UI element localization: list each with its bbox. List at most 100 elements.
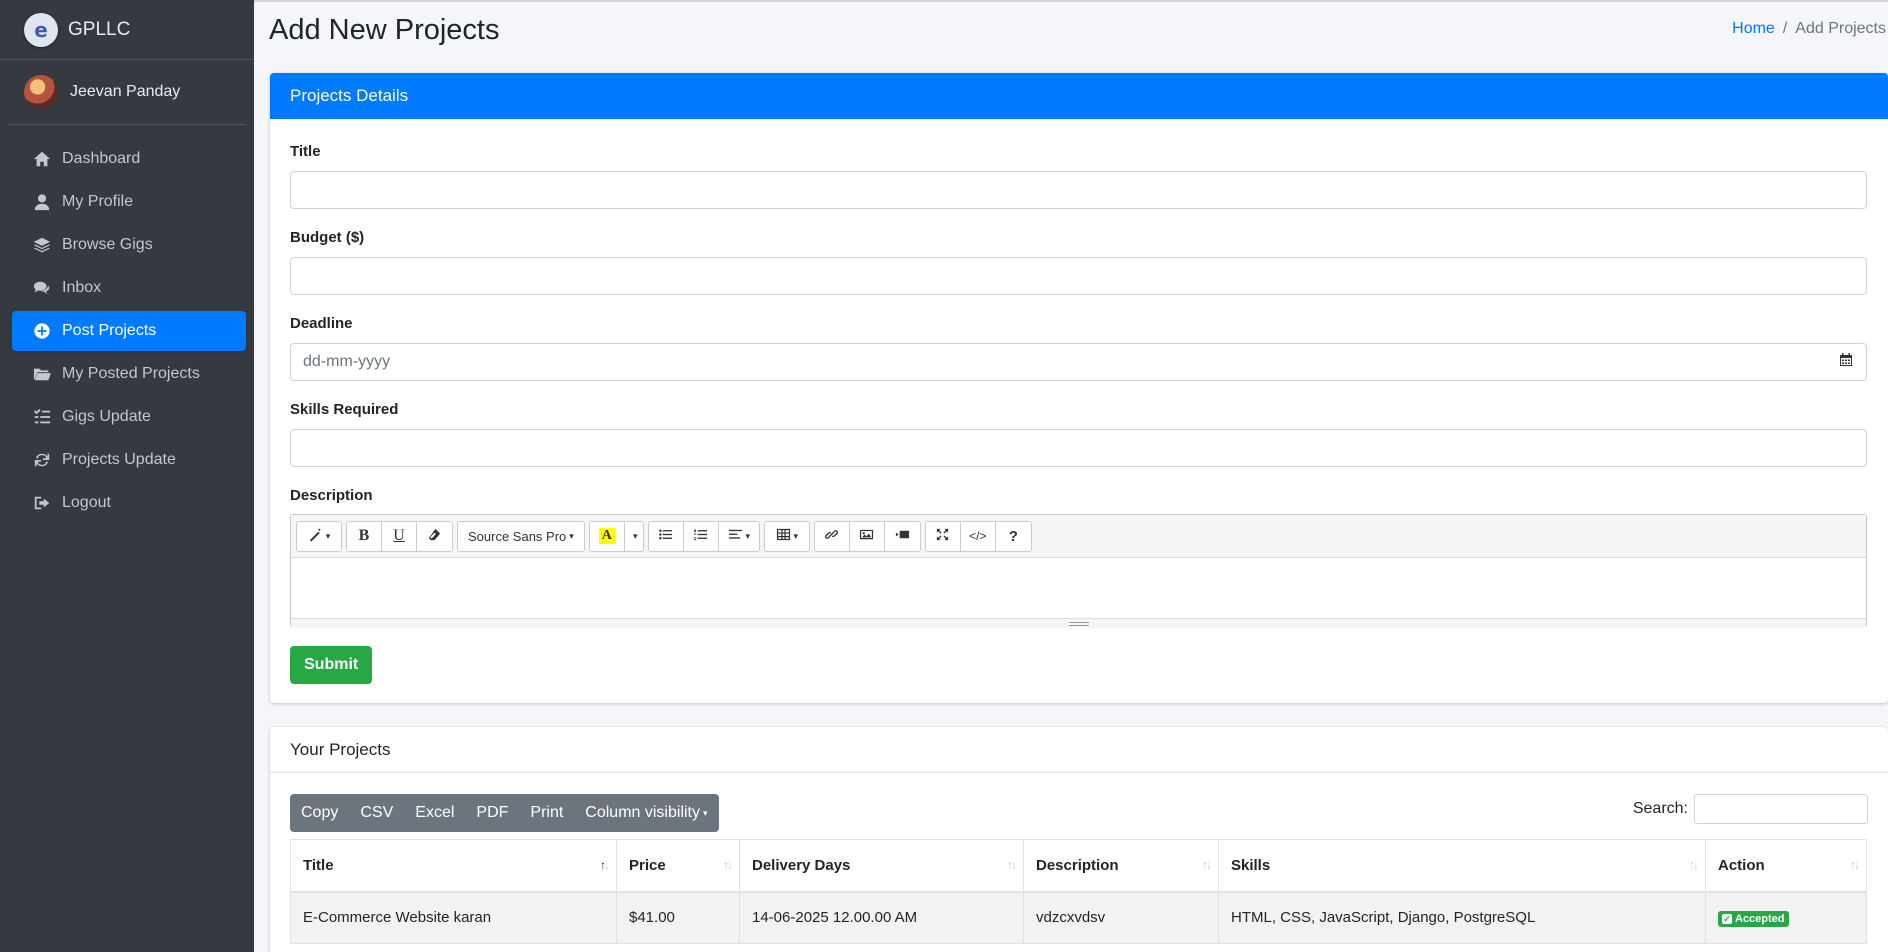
link-button[interactable] [814,521,850,551]
caret-down-icon: ▾ [633,530,638,541]
caret-down-icon: ▾ [745,530,751,541]
font-style-group: B U [346,520,453,552]
description-label: Description [290,487,373,504]
cell-skills: HTML, CSS, JavaScript, Django, PostgreSQ… [1218,891,1706,944]
page-title: Add New Projects [269,14,500,46]
card-title: Your Projects [270,727,1888,773]
brand-name: GPLLC [68,18,131,40]
link-icon [824,527,839,545]
editor-toolbar: ▾ B U Source Sans Pro ▾ A ▾ ▾ ▾ </> ? [291,515,1866,558]
image-icon [859,527,874,545]
projects-table: Title ↑↓ Price ↑↓ Delivery Days ↑↓ Descript… [290,839,1867,944]
table-group: ▾ [763,520,810,552]
column-header-price[interactable]: Price ↑↓ [616,839,740,893]
cell-delivery: 14-06-2025 12.00.00 AM [739,891,1024,944]
deadline-input[interactable]: dd-mm-yyyy [290,343,1867,381]
align-left-icon [728,527,743,545]
table-dropdown[interactable]: ▾ [764,521,809,551]
comments-icon [32,278,52,298]
caret-down-icon: ▾ [569,530,574,541]
search-input[interactable] [1694,794,1868,824]
column-header-action[interactable]: Action ↑↓ [1705,839,1867,893]
font-name-dropdown[interactable]: Source Sans Pro ▾ [458,521,584,551]
breadcrumb-home-link[interactable]: Home [1732,20,1775,37]
column-header-delivery-days[interactable]: Delivery Days ↑↓ [739,839,1024,893]
deadline-placeholder: dd-mm-yyyy [303,353,391,370]
deadline-label: Deadline [290,315,353,332]
cell-price: $41.00 [616,891,740,944]
sync-icon [32,450,52,470]
list-ul-icon [658,527,673,545]
sort-icon: ↑↓ [1850,858,1860,872]
bold-button[interactable]: B [347,521,382,551]
skills-input[interactable] [290,429,1867,467]
search-label: Search: [1632,800,1688,817]
copy-button[interactable]: Copy [290,794,349,832]
title-input[interactable] [290,171,1867,209]
column-header-description[interactable]: Description ↑↓ [1023,839,1219,893]
budget-input[interactable] [290,257,1867,295]
video-button[interactable] [884,521,920,551]
sidebar-item-dashboard[interactable]: Dashboard [12,139,246,179]
style-group: ▾ [296,520,342,552]
magic-wand-icon [308,527,323,545]
description-editor: ▾ B U Source Sans Pro ▾ A ▾ ▾ ▾ </> ? [290,514,1867,628]
color-group: A ▾ [588,520,644,552]
title-label: Title [290,143,321,160]
color-dropdown-button[interactable]: ▾ [624,521,643,551]
ordered-list-button[interactable] [683,521,719,551]
help-button[interactable]: ? [995,521,1031,551]
column-visibility-button[interactable]: Column visibility ▾ [574,794,718,832]
editor-resize-handle[interactable] [291,618,1866,628]
main-content: Add New Projects Home / Add Projects Proje… [254,0,1888,952]
sidebar-item-my-profile[interactable]: My Profile [12,182,246,222]
sidebar-item-inbox[interactable]: Inbox [12,268,246,308]
picture-button[interactable] [849,521,885,551]
excel-button[interactable]: Excel [404,794,465,832]
resize-grip-icon [1068,621,1089,626]
sidebar-item-browse-gigs[interactable]: Browse Gigs [12,225,246,265]
submit-button[interactable]: Submit [290,646,373,684]
sidebar-item-gigs-update[interactable]: Gigs Update [12,397,246,437]
sidebar-item-label: Projects Update [62,451,176,468]
eraser-icon [427,527,442,545]
sidebar-item-post-projects[interactable]: Post Projects [12,311,246,351]
brand-logo-icon: e [24,12,58,47]
sidebar-item-label: Gigs Update [62,408,151,425]
user-panel[interactable]: Jeevan Panday [8,60,246,125]
expand-icon [935,527,950,545]
your-projects-card: Your Projects Copy CSV Excel PDF Print C… [270,727,1888,952]
sidebar-nav: Dashboard My Profile Browse Gigs Inbox P… [0,139,254,523]
brand-link[interactable]: e GPLLC [0,0,254,60]
column-header-skills[interactable]: Skills ↑↓ [1218,839,1706,893]
folder-open-icon [32,364,52,384]
sidebar-item-logout[interactable]: Logout [12,483,246,523]
top-border [254,0,1888,2]
csv-button[interactable]: CSV [349,794,404,832]
column-header-title[interactable]: Title ↑↓ [290,839,617,893]
clear-format-button[interactable] [417,521,452,551]
magic-style-button[interactable]: ▾ [297,521,341,551]
font-name-group: Source Sans Pro ▾ [457,520,585,552]
sidebar-item-my-posted-projects[interactable]: My Posted Projects [12,354,246,394]
sort-icon: ↑↓ [1007,858,1017,872]
table-header-row: Title ↑↓ Price ↑↓ Delivery Days ↑↓ Descript… [290,839,1867,893]
list-ol-icon [693,527,708,545]
text-color-button[interactable]: A [589,521,625,551]
project-details-card: Projects Details Title Budget ($) Deadli… [270,73,1888,703]
calendar-icon[interactable] [1838,352,1854,373]
fullscreen-button[interactable] [925,521,961,551]
caret-down-icon: ▾ [325,530,331,541]
unordered-list-button[interactable] [648,521,684,551]
code-icon: </> [969,529,987,543]
editor-content-area[interactable] [291,558,1866,618]
code-view-button[interactable]: </> [960,521,996,551]
print-button[interactable]: Print [519,794,574,832]
sidebar-item-projects-update[interactable]: Projects Update [12,440,246,480]
paragraph-group: ▾ [647,520,760,552]
user-name: Jeevan Panday [70,83,181,100]
pdf-button[interactable]: PDF [465,794,519,832]
underline-button[interactable]: U [382,521,417,551]
cell-description: vdzcxvdsv [1023,891,1219,944]
paragraph-align-dropdown[interactable]: ▾ [718,521,759,551]
